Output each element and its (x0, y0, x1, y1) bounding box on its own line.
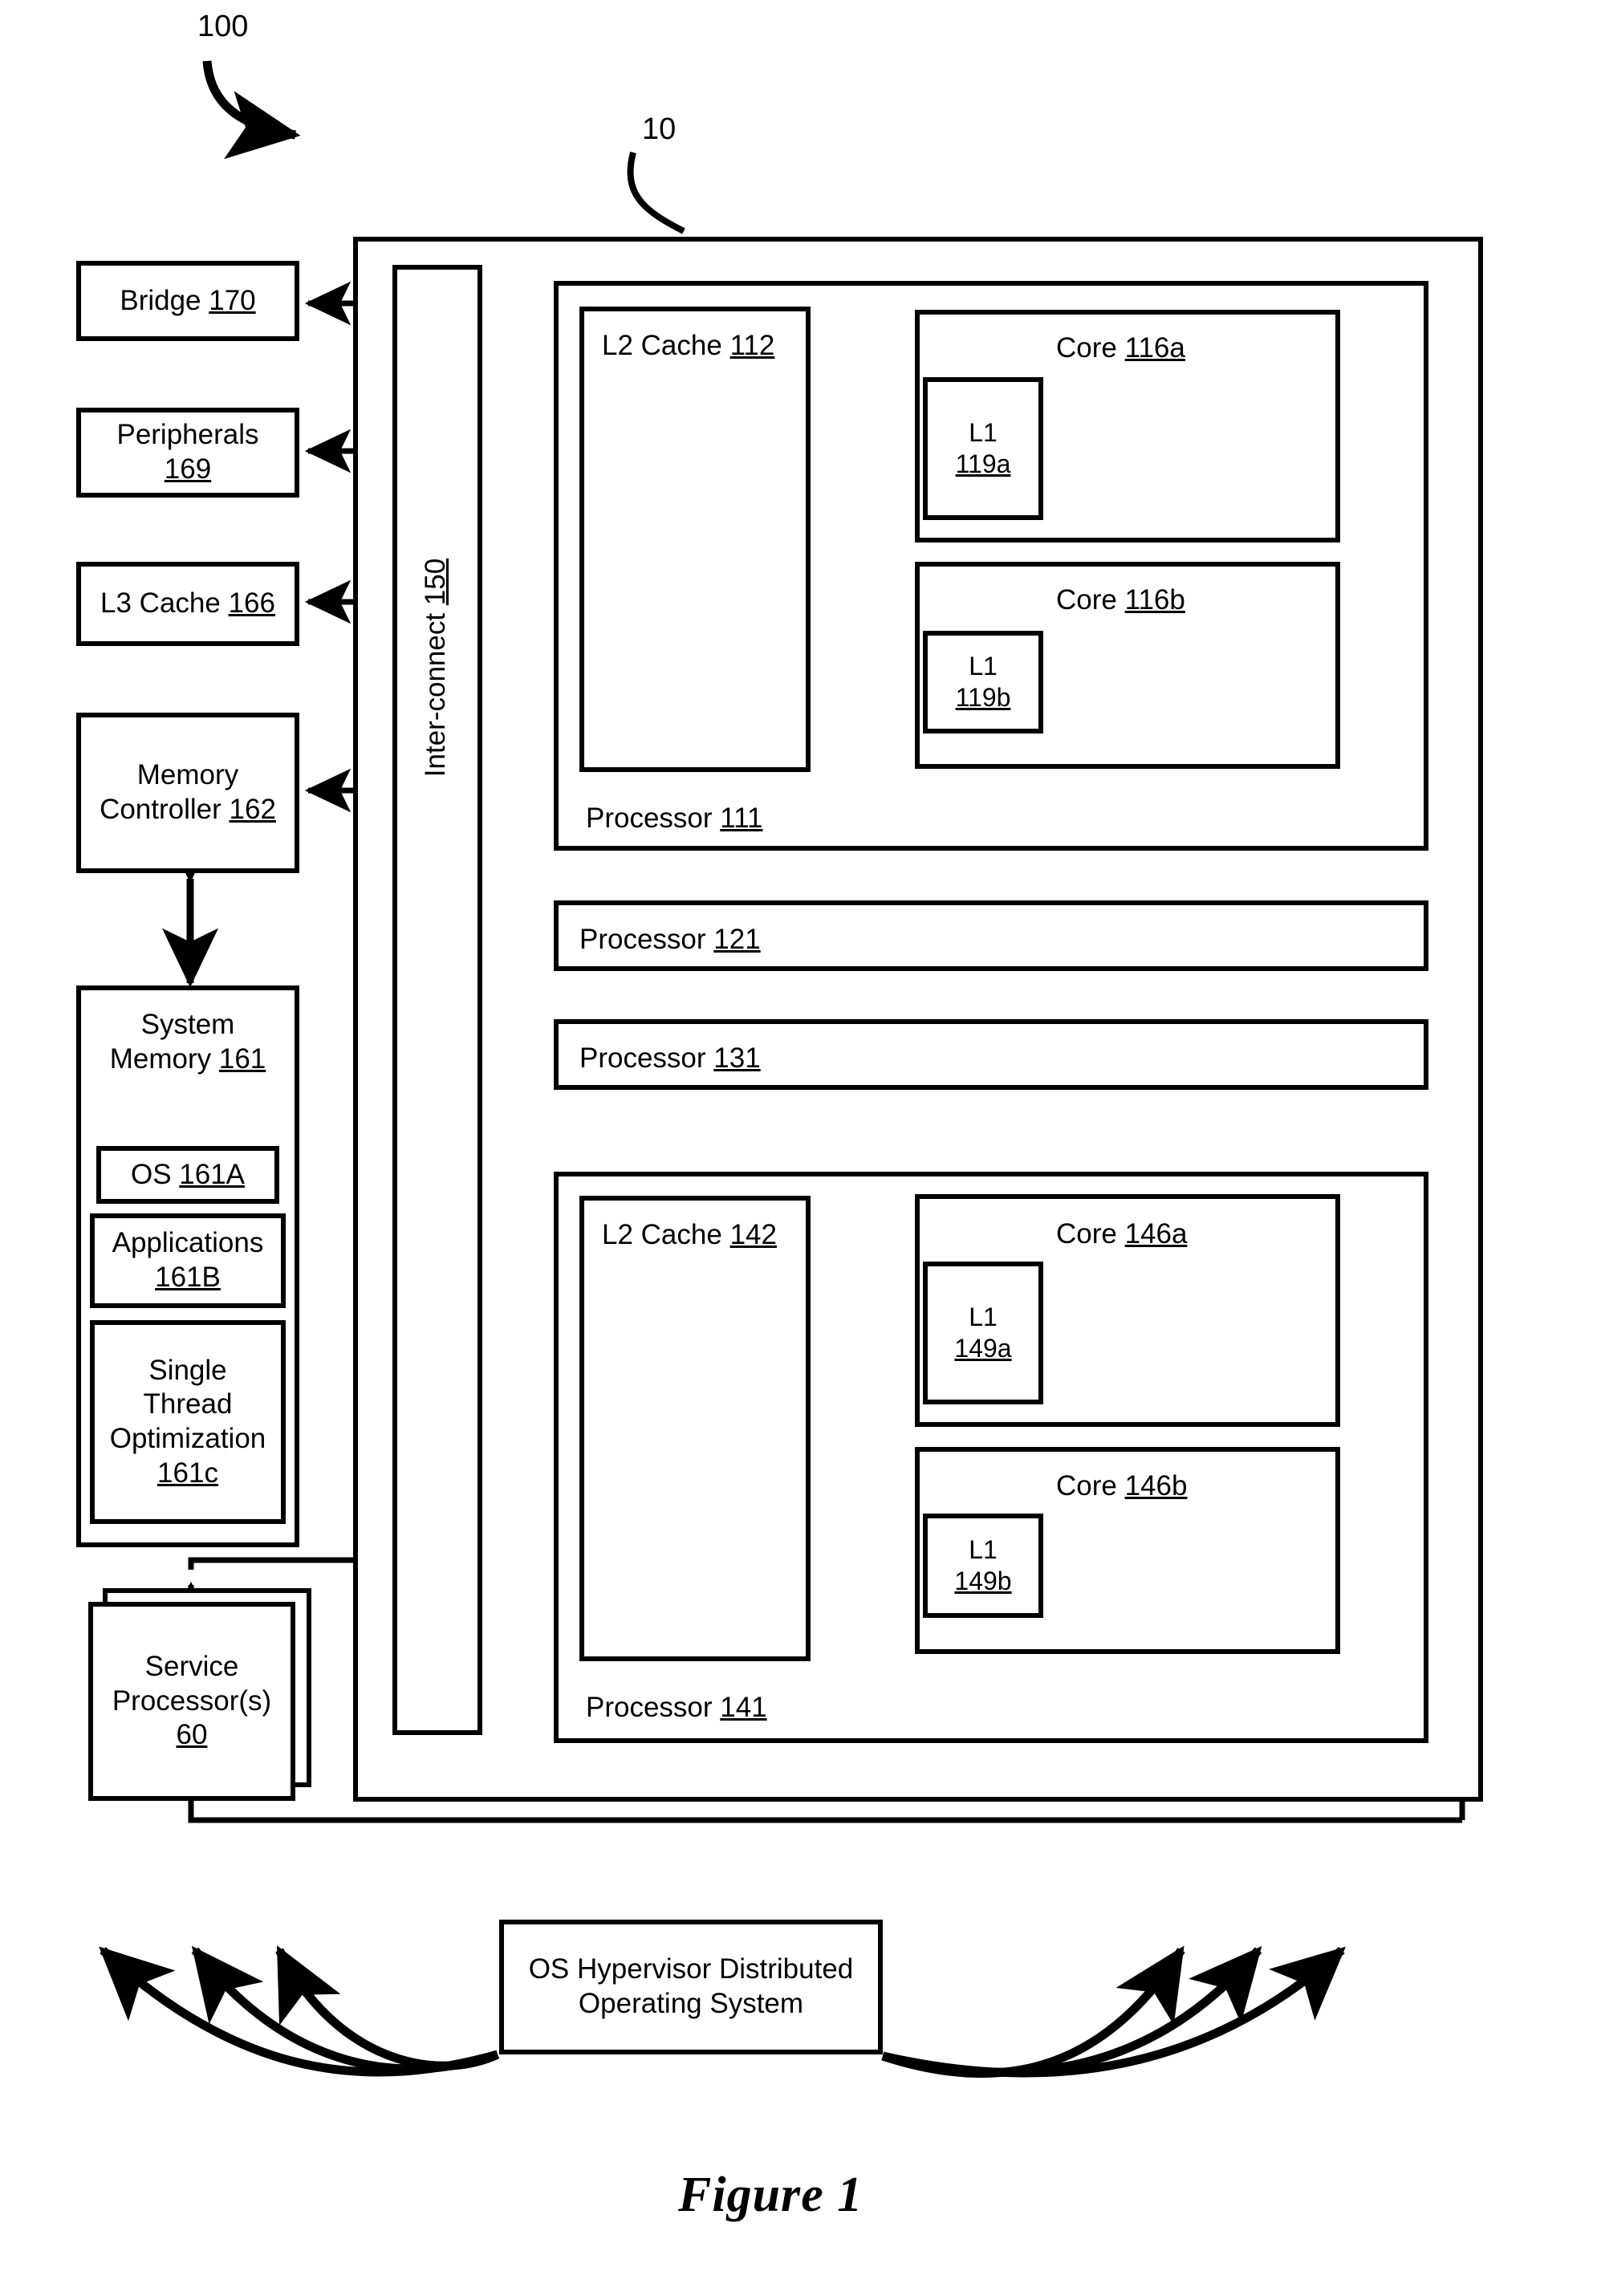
core-116a-label: Core 116a (1056, 332, 1185, 364)
interconnect-label: Inter-connect 150 (420, 551, 452, 784)
curve-hypervisor-left-1 (99, 1946, 499, 2077)
processor-111-ref: 111 (720, 803, 763, 834)
hypervisor-line2: Operating System (578, 1988, 804, 2019)
bridge-box[interactable]: Bridge 170 (76, 261, 299, 341)
core-116a-label-text: Core (1056, 332, 1125, 364)
sto-label-line1: Single (148, 1354, 227, 1386)
memory-controller-ref: 162 (229, 794, 276, 825)
peripherals-box[interactable]: Peripherals 169 (76, 408, 299, 498)
processor-141-label-text: Processor (586, 1692, 721, 1723)
sto-ref: 161c (157, 1457, 218, 1489)
core-146b-ref: 146b (1124, 1470, 1188, 1502)
l2-cache-142-label: L2 Cache (602, 1219, 730, 1250)
leader-100 (202, 60, 301, 160)
os-box[interactable]: OS 161A (96, 1146, 279, 1204)
l2-cache-142-ref: 142 (729, 1219, 777, 1250)
peripherals-label: Peripherals (116, 419, 259, 451)
figure-canvas: 100 10 Bridge 170 Peripherals 169 L3 Cac… (0, 0, 1597, 2296)
single-thread-optimization-box[interactable]: Single Thread Optimization 161c (90, 1320, 286, 1524)
memory-controller-label-line2: Controller (100, 794, 230, 825)
processor-121-box[interactable]: Processor 121 (554, 900, 1428, 971)
service-processor-label-line1: Service (144, 1650, 239, 1682)
applications-label: Applications (112, 1227, 264, 1259)
l1-149b-box[interactable]: L1 149b (923, 1514, 1043, 1618)
l1-119a-label: L1 (969, 417, 998, 447)
service-processor-label-line2: Processor(s) (112, 1684, 272, 1717)
l1-149a-ref: 149a (954, 1334, 1012, 1363)
memory-controller-label-line1: Memory (136, 759, 239, 791)
l1-119b-ref: 119b (955, 683, 1011, 712)
core-146b-label: Core 146b (1056, 1470, 1187, 1502)
l3-cache-ref: 166 (228, 587, 275, 620)
hypervisor-line1: OS Hypervisor Distributed (528, 1953, 854, 1985)
peripherals-ref: 169 (164, 453, 212, 485)
system-memory-label-line1: System (140, 1009, 235, 1040)
figure-caption: Figure 1 (678, 2168, 864, 2222)
l1-149b-ref: 149b (954, 1567, 1012, 1595)
processor-121-label: Processor (579, 924, 714, 955)
service-processor-box[interactable]: Service Processor(s) 60 (88, 1602, 295, 1801)
os-label: OS (130, 1158, 180, 1190)
curve-hypervisor-right-1 (881, 1945, 1185, 2079)
leader-10 (627, 151, 685, 234)
l2-cache-142-box[interactable]: L2 Cache 142 (579, 1196, 811, 1661)
interconnect-box[interactable] (392, 265, 482, 1735)
l1-119a-box[interactable]: L1 119a (923, 377, 1043, 520)
processor-131-ref: 131 (713, 1042, 761, 1074)
os-ref: 161A (179, 1158, 246, 1190)
processor-141-ref: 141 (720, 1692, 767, 1723)
l1-149a-box[interactable]: L1 149a (923, 1262, 1043, 1404)
processor-141-label: Processor 141 (586, 1692, 767, 1724)
processor-131-box[interactable]: Processor 131 (554, 1019, 1428, 1090)
l1-119b-box[interactable]: L1 119b (923, 631, 1043, 734)
applications-ref: 161B (155, 1262, 221, 1293)
memory-controller-box[interactable]: Memory Controller 162 (76, 713, 299, 873)
core-146a-ref: 146a (1124, 1218, 1188, 1250)
l3-cache-box[interactable]: L3 Cache 166 (76, 562, 299, 646)
processor-111-label-text: Processor (586, 803, 721, 834)
interconnect-ref: 150 (420, 558, 451, 606)
sto-label-line3: Optimization (109, 1423, 266, 1454)
l3-cache-label: L3 Cache (100, 587, 229, 620)
l1-149b-label: L1 (969, 1534, 998, 1564)
core-146a-label-text: Core (1056, 1218, 1125, 1250)
core-146a-label: Core 146a (1056, 1218, 1187, 1250)
l1-149a-label: L1 (969, 1302, 998, 1331)
interconnect-label-text: Inter-connect (420, 605, 451, 778)
system-memory-ref: 161 (218, 1042, 266, 1075)
service-processor-ref: 60 (176, 1719, 208, 1751)
system-memory-label-line2: Memory (109, 1042, 219, 1075)
processor-121-ref: 121 (713, 924, 761, 955)
curve-hypervisor-left-2 (191, 1945, 499, 2074)
processor-131-label: Processor (579, 1042, 714, 1074)
processor-111-label: Processor 111 (586, 803, 762, 835)
l2-cache-112-box[interactable]: L2 Cache 112 (579, 307, 811, 772)
core-146b-label-text: Core (1056, 1470, 1125, 1502)
core-116b-label: Core 116b (1056, 584, 1185, 616)
l1-119b-label: L1 (969, 651, 998, 681)
l2-cache-112-label: L2 Cache (602, 330, 730, 361)
applications-box[interactable]: Applications 161B (90, 1213, 286, 1308)
l1-119a-ref: 119a (955, 449, 1011, 478)
core-116b-ref: 116b (1124, 584, 1185, 616)
core-116a-ref: 116a (1124, 332, 1185, 364)
ref-numeral-10: 10 (642, 112, 677, 146)
bridge-label: Bridge (120, 284, 209, 316)
l2-cache-112-ref: 112 (729, 330, 775, 361)
hypervisor-box[interactable]: OS Hypervisor Distributed Operating Syst… (499, 1920, 883, 2054)
sto-label-line2: Thread (143, 1388, 233, 1420)
bridge-ref: 170 (209, 284, 256, 316)
core-116b-label-text: Core (1056, 584, 1125, 616)
ref-numeral-100: 100 (197, 10, 249, 43)
